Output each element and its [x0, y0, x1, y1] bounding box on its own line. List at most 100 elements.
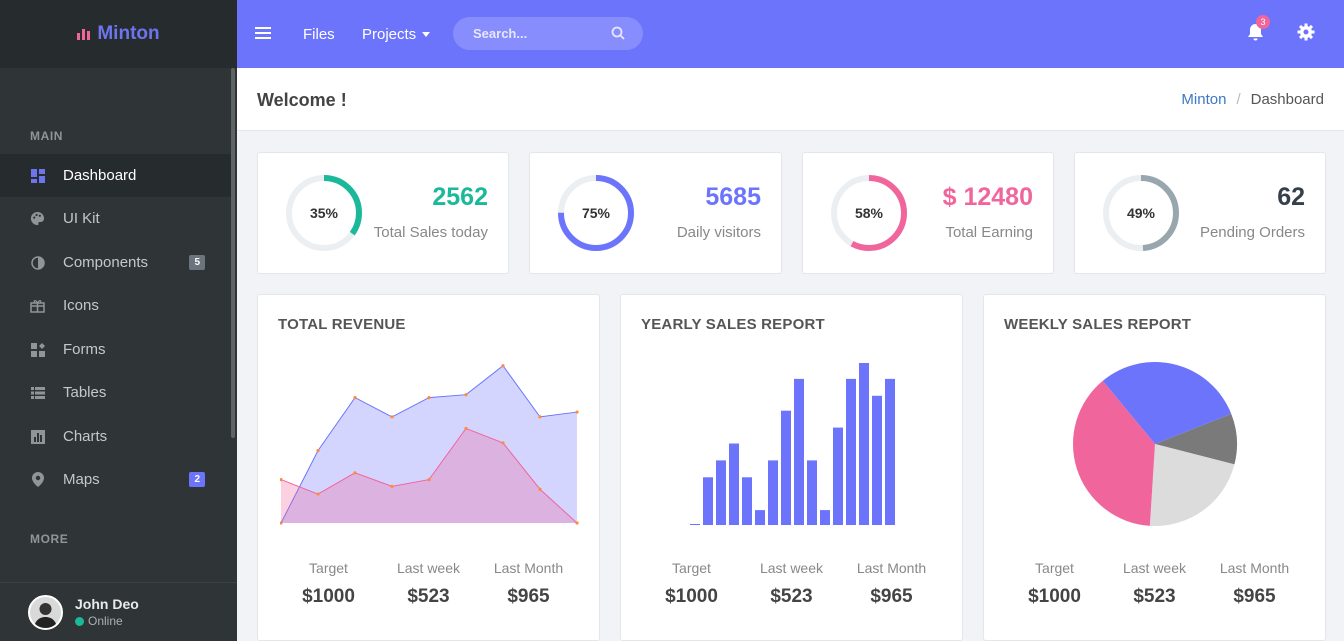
footer-label: Target	[309, 560, 348, 576]
stat-label: Total Sales today	[373, 224, 488, 241]
data-point	[316, 492, 320, 496]
forms-icon	[30, 342, 45, 357]
search-placeholder: Search...	[473, 26, 528, 41]
yearly-sales-card: YEARLY SALES REPORT Target $1000 Last wee…	[620, 294, 963, 641]
sidebar-scrollbar[interactable]	[231, 68, 235, 438]
breadcrumb-link-minton[interactable]: Minton	[1181, 91, 1226, 108]
sidebar-item-label: UI Kit	[63, 210, 100, 227]
stat-value: 2562	[432, 183, 488, 211]
data-point	[575, 521, 579, 525]
sidebar-item-label: Components	[63, 254, 149, 271]
sidebar-item-charts[interactable]: Charts	[0, 415, 231, 458]
bar	[833, 427, 843, 525]
settings-button[interactable]	[1297, 0, 1315, 68]
chart-title: TOTAL REVENUE	[278, 316, 406, 333]
user-name[interactable]: John Deo	[75, 596, 139, 612]
user-status: Online	[75, 614, 139, 628]
data-point	[427, 395, 431, 400]
gift-icon	[30, 298, 45, 313]
menu-section-main: MAIN	[30, 129, 64, 143]
data-point	[501, 441, 505, 445]
progress-percent: 35%	[309, 205, 339, 221]
search-icon[interactable]	[611, 26, 625, 43]
chart-title: WEEKLY SALES REPORT	[1004, 316, 1192, 333]
bar	[872, 395, 882, 525]
brand-logo[interactable]: Minton	[0, 0, 237, 68]
progress-percent: 58%	[854, 205, 884, 221]
bar-chart	[690, 362, 895, 525]
avatar[interactable]	[28, 594, 63, 630]
sidebar: Minton MAIN Dashboard UI Kit Components …	[0, 0, 237, 641]
data-point	[575, 410, 579, 414]
breadcrumb-current: Dashboard	[1250, 91, 1324, 108]
sidebar-item-components[interactable]: Components 5	[0, 241, 231, 284]
stat-label: Total Earning	[945, 224, 1033, 241]
stat-card-visitors: 75% 5685 Daily visitors	[529, 152, 782, 274]
search-input[interactable]: Search...	[453, 17, 643, 50]
progress-percent: 75%	[581, 205, 611, 221]
data-point	[538, 415, 542, 419]
progress-percent: 49%	[1126, 205, 1156, 221]
footer-value: $523	[407, 586, 450, 607]
data-point	[316, 449, 320, 453]
stat-label: Pending Orders	[1199, 224, 1305, 241]
bar	[716, 460, 726, 525]
data-point	[464, 393, 468, 397]
menu-toggle-button[interactable]	[255, 0, 271, 68]
total-revenue-card: TOTAL REVENUE Target $1000 Last week $523 …	[257, 294, 600, 641]
data-point	[464, 426, 468, 431]
bar	[846, 378, 856, 525]
footer-value: $965	[1233, 586, 1276, 607]
data-point	[353, 471, 357, 475]
footer-label: Last Month	[856, 560, 927, 576]
footer-label: Last week	[759, 560, 824, 576]
sidebar-item-icons[interactable]: Icons	[0, 284, 231, 327]
stat-value: 5685	[705, 183, 761, 211]
weekly-sales-card: WEEKLY SALES REPORT Target $1000 Last wee…	[983, 294, 1326, 641]
sidebar-item-label: Charts	[63, 428, 108, 445]
sidebar-item-label: Forms	[63, 341, 106, 358]
components-badge: 5	[189, 255, 205, 270]
bar	[690, 524, 700, 525]
nav-files-link[interactable]: Files	[303, 0, 335, 68]
sidebar-item-label: Tables	[63, 384, 107, 401]
footer-value: $523	[770, 586, 813, 607]
bar	[885, 378, 895, 525]
nav-projects-dropdown[interactable]: Projects	[362, 0, 431, 68]
online-dot-icon	[75, 616, 84, 626]
bar	[703, 477, 713, 525]
stat-value: $ 12480	[942, 183, 1033, 211]
chart-icon	[30, 429, 45, 444]
dashboard-icon	[30, 168, 45, 183]
user-status-label: Online	[88, 614, 123, 628]
breadcrumb: Minton / Dashboard	[1181, 91, 1324, 108]
hamburger-icon	[255, 26, 271, 43]
page-title: Welcome !	[257, 90, 347, 110]
data-point	[390, 415, 394, 419]
chart-footer: Target $1000 Last week $523 Last Month $965	[621, 560, 962, 608]
footer-label: Last week	[396, 560, 461, 576]
data-point	[501, 364, 505, 368]
page-header: Welcome ! Minton / Dashboard	[237, 68, 1344, 131]
bar-chart-icon	[77, 28, 91, 40]
sidebar-item-maps[interactable]: Maps 2	[0, 458, 231, 501]
map-pin-icon	[30, 472, 45, 487]
sidebar-item-label: Icons	[63, 297, 99, 314]
stat-card-orders: 49% 62 Pending Orders	[1074, 152, 1326, 274]
footer-label: Last Month	[1219, 560, 1290, 576]
sidebar-item-tables[interactable]: Tables	[0, 371, 231, 414]
notifications-button[interactable]	[1247, 0, 1264, 68]
footer-value: $965	[507, 586, 550, 607]
chart-title: YEARLY SALES REPORT	[641, 316, 825, 333]
half-circle-icon	[30, 255, 45, 270]
data-point	[353, 395, 357, 400]
user-box[interactable]: John Deo Online	[0, 582, 237, 641]
sidebar-item-dashboard[interactable]: Dashboard	[0, 154, 231, 197]
sidebar-item-ui-kit[interactable]: UI Kit	[0, 197, 231, 240]
menu-section-more: MORE	[30, 532, 69, 546]
sidebar-item-forms[interactable]: Forms	[0, 328, 231, 371]
bar	[755, 510, 765, 525]
stat-card-sales: 35% 2562 Total Sales today	[257, 152, 509, 274]
bar	[781, 410, 791, 525]
bar	[807, 460, 817, 525]
